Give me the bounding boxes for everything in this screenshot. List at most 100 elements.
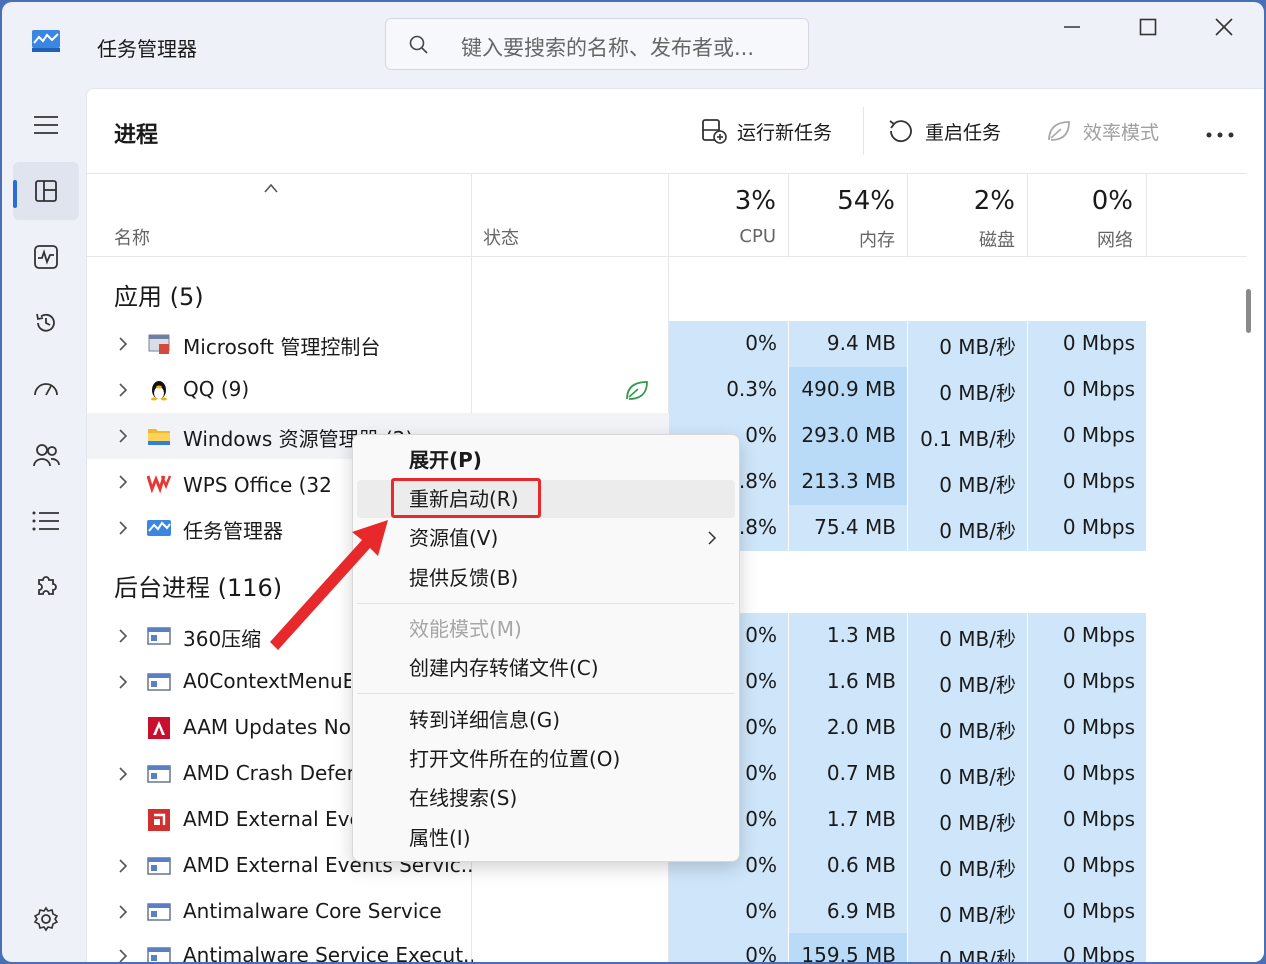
nav-processes[interactable]	[13, 162, 79, 220]
memory-value: 1.7 MB	[826, 807, 896, 831]
process-name: A0ContextMenuE	[183, 669, 351, 693]
memory-total[interactable]: 54%	[788, 186, 895, 216]
search-input[interactable]: 键入要搜索的名称、发布者或...	[385, 18, 809, 70]
qq-penguin-icon	[151, 381, 167, 401]
memory-value: 1.6 MB	[826, 669, 896, 693]
chevron-right-icon[interactable]	[117, 766, 129, 782]
network-value: 0 Mbps	[1062, 943, 1135, 962]
chevron-right-icon[interactable]	[117, 858, 129, 874]
run-new-task-button[interactable]: 运行新任务	[701, 113, 832, 149]
table-row[interactable]: Antimalware Service Execut... 0% 159.5 M…	[87, 933, 1247, 962]
column-status[interactable]: 状态	[483, 224, 519, 250]
network-value: 0 Mbps	[1062, 715, 1135, 739]
menu-item-feedback[interactable]: 提供反馈(B)	[357, 559, 735, 597]
maximize-icon	[1139, 18, 1157, 36]
restart-icon	[889, 120, 912, 143]
nav-details[interactable]	[13, 492, 79, 550]
vertical-scrollbar[interactable]	[1246, 289, 1251, 333]
nav-settings[interactable]	[13, 890, 79, 948]
memory-value: 9.4 MB	[826, 331, 896, 355]
column-name[interactable]: 名称	[114, 224, 150, 250]
more-options-button[interactable]	[1205, 117, 1235, 153]
folder-icon	[148, 429, 170, 445]
hamburger-icon	[34, 116, 58, 134]
menu-item-expand[interactable]: 展开(P)	[357, 441, 735, 479]
task-manager-window: 任务管理器 键入要搜索的名称、发布者或... 进程 运行新任务 重启任务 效率模…	[2, 2, 1264, 962]
chevron-right-icon[interactable]	[117, 904, 129, 920]
network-value: 0 Mbps	[1062, 669, 1135, 693]
column-divider	[1146, 174, 1147, 258]
table-row[interactable]: Antimalware Core Service 0% 6.9 MB 0 MB/…	[87, 889, 1247, 935]
network-value: 0 Mbps	[1062, 331, 1135, 355]
nav-services[interactable]	[13, 558, 79, 616]
minimize-button[interactable]	[1034, 2, 1110, 52]
column-cpu[interactable]: CPU	[668, 226, 776, 247]
performance-icon	[34, 245, 58, 269]
close-button[interactable]	[1186, 2, 1262, 52]
cpu-total[interactable]: 3%	[668, 186, 776, 216]
chevron-right-icon[interactable]	[117, 520, 129, 536]
wps-office-icon	[147, 474, 171, 494]
column-divider	[471, 174, 472, 258]
chevron-right-icon[interactable]	[117, 428, 129, 444]
menu-item-go-to-details[interactable]: 转到详细信息(G)	[357, 701, 735, 739]
menu-item-search-online[interactable]: 在线搜索(S)	[357, 779, 735, 817]
navigation-sidebar	[2, 86, 88, 962]
network-value: 0 Mbps	[1062, 899, 1135, 923]
process-name: QQ (9)	[183, 377, 250, 401]
network-total[interactable]: 0%	[1027, 186, 1133, 216]
process-name: AMD Crash Defen	[183, 761, 353, 785]
hamburger-menu-button[interactable]	[13, 96, 79, 154]
chevron-right-icon[interactable]	[117, 336, 129, 352]
table-row[interactable]: QQ (9) 0.3% 490.9 MB 0 MB/秒 0 Mbps	[87, 367, 1247, 413]
chevron-right-icon[interactable]	[117, 628, 129, 644]
generic-app-icon	[147, 903, 171, 921]
column-memory[interactable]: 内存	[788, 226, 895, 252]
maximize-button[interactable]	[1110, 2, 1186, 52]
column-disk[interactable]: 磁盘	[907, 226, 1015, 252]
group-apps-title: 应用 (5)	[114, 283, 204, 311]
processes-icon	[35, 180, 57, 202]
active-nav-indicator	[13, 180, 17, 208]
disk-value: 0 MB/秒	[939, 811, 1016, 835]
menu-item-resource-values[interactable]: 资源值(V)	[357, 519, 735, 557]
menu-item-open-file-location[interactable]: 打开文件所在的位置(O)	[357, 740, 735, 778]
details-list-icon	[32, 511, 59, 531]
menu-item-efficiency-mode[interactable]: 效能模式(M)	[357, 610, 735, 648]
chevron-right-icon[interactable]	[117, 674, 129, 690]
efficiency-mode-button[interactable]: 效率模式	[1045, 113, 1159, 149]
menu-item-create-dump[interactable]: 创建内存转储文件(C)	[357, 649, 735, 687]
run-new-task-label: 运行新任务	[737, 121, 833, 144]
adobe-icon	[148, 717, 170, 739]
network-value: 0 Mbps	[1062, 807, 1135, 831]
table-row[interactable]: Microsoft 管理控制台 0% 9.4 MB 0 MB/秒 0 Mbps	[87, 321, 1247, 367]
nav-app-history[interactable]	[13, 294, 79, 352]
chevron-right-icon[interactable]	[117, 474, 129, 490]
disk-value: 0 MB/秒	[939, 947, 1016, 962]
network-value: 0 Mbps	[1062, 469, 1135, 493]
restart-task-button[interactable]: 重启任务	[887, 113, 1001, 149]
window-title: 任务管理器	[97, 37, 197, 61]
memory-value: 159.5 MB	[801, 943, 896, 962]
users-icon	[33, 444, 60, 467]
memory-value: 75.4 MB	[814, 515, 896, 539]
disk-value: 0 MB/秒	[939, 765, 1016, 789]
network-value: 0 Mbps	[1062, 853, 1135, 877]
generic-app-icon	[147, 947, 171, 962]
menu-item-properties[interactable]: 属性(I)	[357, 819, 735, 857]
column-network[interactable]: 网络	[1027, 226, 1133, 252]
disk-value: 0 MB/秒	[939, 857, 1016, 881]
title-bar: 任务管理器 键入要搜索的名称、发布者或...	[2, 2, 1264, 86]
disk-total[interactable]: 2%	[907, 186, 1015, 216]
history-icon	[36, 313, 55, 332]
column-header-row: 名称 状态 3% CPU 54% 内存 2% 磁盘 0% 网络	[87, 173, 1247, 258]
search-icon	[409, 35, 428, 54]
nav-users[interactable]	[13, 426, 79, 484]
menu-item-resource-values-label: 资源值(V)	[409, 526, 499, 550]
process-name: Antimalware Core Service	[183, 899, 442, 923]
chevron-right-icon[interactable]	[117, 382, 129, 398]
mmc-console-icon	[148, 334, 170, 354]
nav-startup-apps[interactable]	[13, 360, 79, 418]
chevron-right-icon[interactable]	[117, 948, 129, 962]
nav-performance[interactable]	[13, 228, 79, 286]
